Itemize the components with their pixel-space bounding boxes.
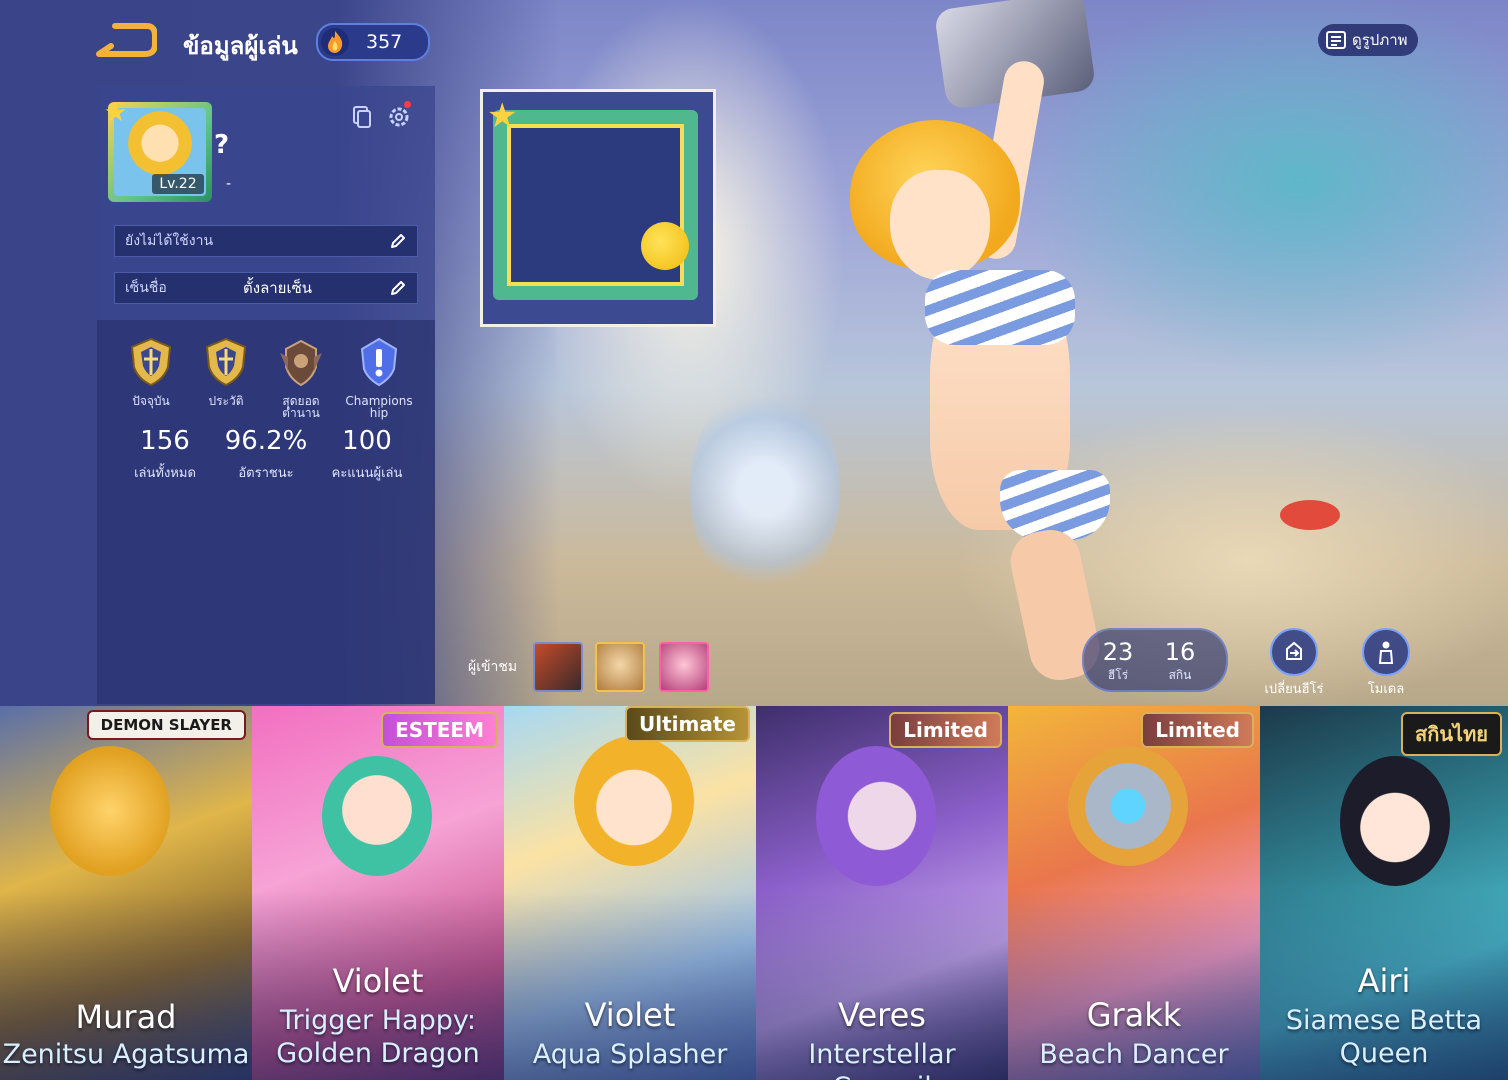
player-name: ? [214,130,230,160]
skin-card[interactable]: ESTEEM Violet Trigger Happy: Golden Drag… [252,706,504,1080]
skins-counter: 16 สกิน [1150,638,1210,685]
gallery-button[interactable]: ดูรูปภาพ [1318,24,1418,56]
beach-frisbee [1280,500,1340,530]
visitors-label: ผู้เข้าชม [468,659,518,675]
hero-face [890,170,990,280]
stat-total-games: 156 เล่นทั้งหมด [110,426,220,483]
rank-label: ประวัติ [208,394,244,408]
rank-shield-icon [130,337,172,387]
skin-tag: ESTEEM [381,712,498,748]
stat-player-score: 100 คะแนนผู้เล่น [312,426,422,483]
skin-hero-name: Airi [1357,962,1411,1000]
rank-label: Champions hip [345,394,413,420]
skin-hero-name: Violet [332,962,424,1000]
heroes-counter: 23 ฮีโร่ [1088,638,1148,685]
skin-tag: สกินไทย [1401,712,1502,756]
skin-card[interactable]: Limited Grakk Beach Dancer [1008,706,1260,1080]
hero-portrait [322,756,432,876]
skin-card[interactable]: Limited Veres Interstellar Council [756,706,1008,1080]
skin-tag: Ultimate [625,706,750,742]
rank-history[interactable]: ประวัติ [192,335,260,407]
change-hero-label: เปลี่ยนฮีโร่ [1264,682,1324,697]
championship-icon [360,337,398,387]
rank-championship[interactable]: Champions hip [345,335,413,419]
page-title: ข้อมูลผู้เล่น [183,32,298,60]
back-button[interactable] [95,22,158,58]
skin-card[interactable]: Ultimate Violet Aqua Splasher [504,706,756,1080]
visitor-avatar[interactable] [533,642,583,692]
visitor-avatar[interactable] [659,642,709,692]
hero-swim-top [925,270,1075,345]
skin-title: Zenitsu Agatsuma [2,1039,250,1070]
status-label: ยังไม่ได้ใช้งาน [125,233,214,249]
hero-portrait [1068,746,1188,866]
model-label: โมเดล [1367,682,1405,697]
skin-tag: Limited [1141,712,1254,748]
stat-value: 100 [342,426,392,456]
stat-label: คะแนนผู้เล่น [331,466,403,481]
copy-icon[interactable] [352,106,372,128]
stat-win-rate: 96.2% อัตราชนะ [211,426,321,483]
skin-hero-name: Grakk [1086,996,1182,1034]
level-badge: Lv.22 [152,174,204,194]
rank-current[interactable]: ปัจจุบัน [117,335,185,407]
legend-crest-icon [280,339,322,387]
featured-skins-strip: DEMON SLAYER Murad Zenitsu Agatsuma ESTE… [0,706,1508,1080]
visitor-avatar[interactable] [595,642,645,692]
hero-flower-garland [690,380,840,600]
skin-card[interactable]: DEMON SLAYER Murad Zenitsu Agatsuma [0,706,252,1080]
skin-title: Siamese Betta Queen [1285,1005,1483,1069]
rank-legendary[interactable]: สุดยอดตำนาน [267,335,335,419]
skin-tag: Limited [889,712,1002,748]
pencil-icon[interactable] [389,232,407,250]
collection-counter[interactable]: 23 ฮีโร่ 16 สกิน [1082,628,1228,692]
star-icon: ★ [104,98,128,128]
fire-points-badge: 357 [316,23,430,61]
stat-value: 156 [140,426,190,456]
status-field[interactable]: ยังไม่ได้ใช้งาน [114,225,418,257]
signature-field[interactable]: เซ็นชื่อ ตั้งลายเซ็น [114,272,418,304]
skins-label: สกิน [1168,668,1192,682]
hero-portrait [50,746,170,876]
skin-card[interactable]: สกินไทย Airi Siamese Betta Queen [1260,706,1508,1080]
rank-label: สุดยอดตำนาน [282,394,320,420]
rank-label: ปัจจุบัน [132,394,170,408]
stat-value: 96.2% [224,426,308,456]
hero-portrait [1340,756,1450,886]
notification-dot [404,101,411,108]
avatar-frame-preview[interactable]: ★ [480,89,716,327]
duck-icon [641,222,689,270]
player-subtitle: - [226,176,232,192]
stat-label: อัตราชนะ [238,466,294,481]
gallery-label: ดูรูปภาพ [1352,31,1408,49]
swap-hero-icon [1270,628,1318,676]
skin-tag: DEMON SLAYER [86,710,246,740]
skin-title: Aqua Splasher [532,1039,728,1070]
rank-shield-icon [205,337,247,387]
signature-value: ตั้งลายเซ็น [243,279,313,297]
hero-portrait [574,736,694,866]
skin-title: Interstellar Council [808,1039,956,1080]
pencil-icon[interactable] [389,279,407,297]
heroes-label: ฮีโร่ [1107,668,1129,682]
gallery-icon [1326,31,1346,49]
star-icon: ★ [487,96,518,136]
flame-icon [321,28,349,56]
skin-title: Beach Dancer [1039,1039,1229,1070]
skin-hero-name: Murad [75,998,177,1036]
change-hero-button[interactable]: เปลี่ยนฮีโร่ [1264,628,1324,699]
hero-portrait [816,746,936,886]
skin-hero-name: Violet [584,996,676,1034]
back-arrow-icon [96,23,158,57]
fire-points-value: 357 [366,31,403,53]
skin-hero-name: Veres [838,996,926,1034]
heroes-count: 23 [1102,638,1134,666]
frame-border [493,110,698,300]
model-figure-icon [1362,628,1410,676]
skins-count: 16 [1164,638,1196,666]
skin-title: Trigger Happy: Golden Dragon [276,1005,480,1069]
model-button[interactable]: โมเดล [1356,628,1416,699]
stat-label: เล่นทั้งหมด [134,466,196,481]
signature-label: เซ็นชื่อ [125,280,167,296]
